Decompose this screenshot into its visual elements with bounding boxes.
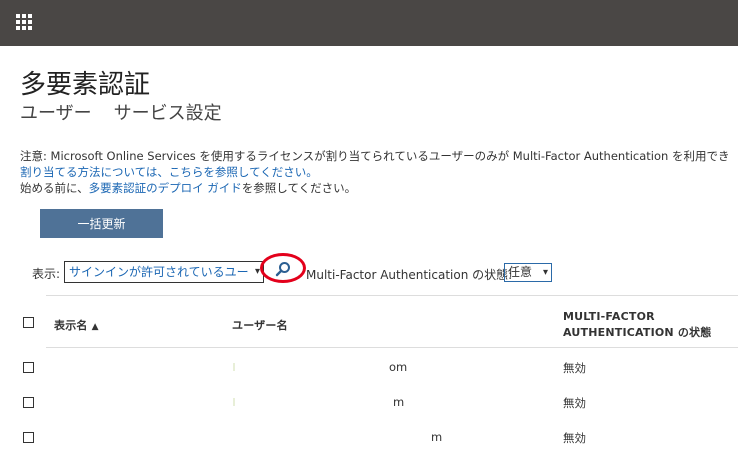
mfa-status-value: 任意 [508, 265, 533, 279]
row-checkbox[interactable] [23, 397, 34, 408]
column-header-mfa-status[interactable]: MULTI-FACTOR AUTHENTICATION の状態 [563, 309, 711, 341]
tab-service-settings[interactable]: サービス設定 [114, 103, 222, 124]
notice-line-3-post: を参照してください。 [241, 181, 357, 195]
row-mfa-status: 無効 [563, 361, 586, 375]
tab-users[interactable]: ユーザー [20, 103, 92, 124]
page-title: 多要素認証 [20, 70, 151, 100]
redacted-mark [233, 398, 235, 406]
row-username: om [389, 360, 408, 374]
display-name-header-label: 表示名 [54, 319, 88, 332]
row-checkbox[interactable] [23, 432, 34, 443]
notice-line-3-pre: 始める前に、 [20, 181, 89, 195]
column-header-display-name[interactable]: 表示名 ▲ [54, 317, 99, 333]
mfa-header-line-1: MULTI-FACTOR [563, 310, 655, 323]
view-filter-select[interactable]: サインインが許可されているユー ▾ [64, 261, 264, 283]
view-label: 表示: [32, 267, 61, 281]
table-header-divider [46, 347, 738, 348]
row-username: m [431, 430, 443, 444]
row-checkbox[interactable] [23, 362, 34, 373]
waffle-icon[interactable] [16, 14, 32, 30]
deployment-guide-link[interactable]: 多要素認証のデプロイ ガイド [89, 181, 242, 195]
top-bar [0, 0, 738, 46]
redacted-mark [233, 363, 235, 371]
row-mfa-status: 無効 [563, 396, 586, 410]
chevron-down-icon: ▾ [542, 267, 548, 278]
table-top-divider [46, 295, 738, 296]
license-assign-link[interactable]: 割り当てる方法については、こちらを参照してください。 [20, 165, 318, 179]
view-filter-value: サインインが許可されているユー [69, 265, 249, 279]
bulk-update-button[interactable]: 一括更新 [40, 209, 163, 238]
mfa-status-label: Multi-Factor Authentication の状態: [306, 268, 513, 282]
mfa-header-line-2: AUTHENTICATION の状態 [563, 326, 712, 339]
mfa-status-select[interactable]: 任意 ▾ [504, 263, 552, 282]
row-mfa-status: 無効 [563, 431, 586, 445]
page-tabs: ユーザー サービス設定 [20, 99, 222, 125]
license-notice: 注意: Microsoft Online Services を使用するライセンス… [20, 148, 738, 196]
notice-line-1: 注意: Microsoft Online Services を使用するライセンス… [20, 149, 730, 163]
highlight-ring [260, 253, 306, 283]
select-all-checkbox[interactable] [23, 317, 34, 328]
row-username: m [393, 395, 405, 409]
column-header-user-name[interactable]: ユーザー名 [232, 317, 288, 333]
sort-ascending-icon: ▲ [91, 322, 99, 332]
